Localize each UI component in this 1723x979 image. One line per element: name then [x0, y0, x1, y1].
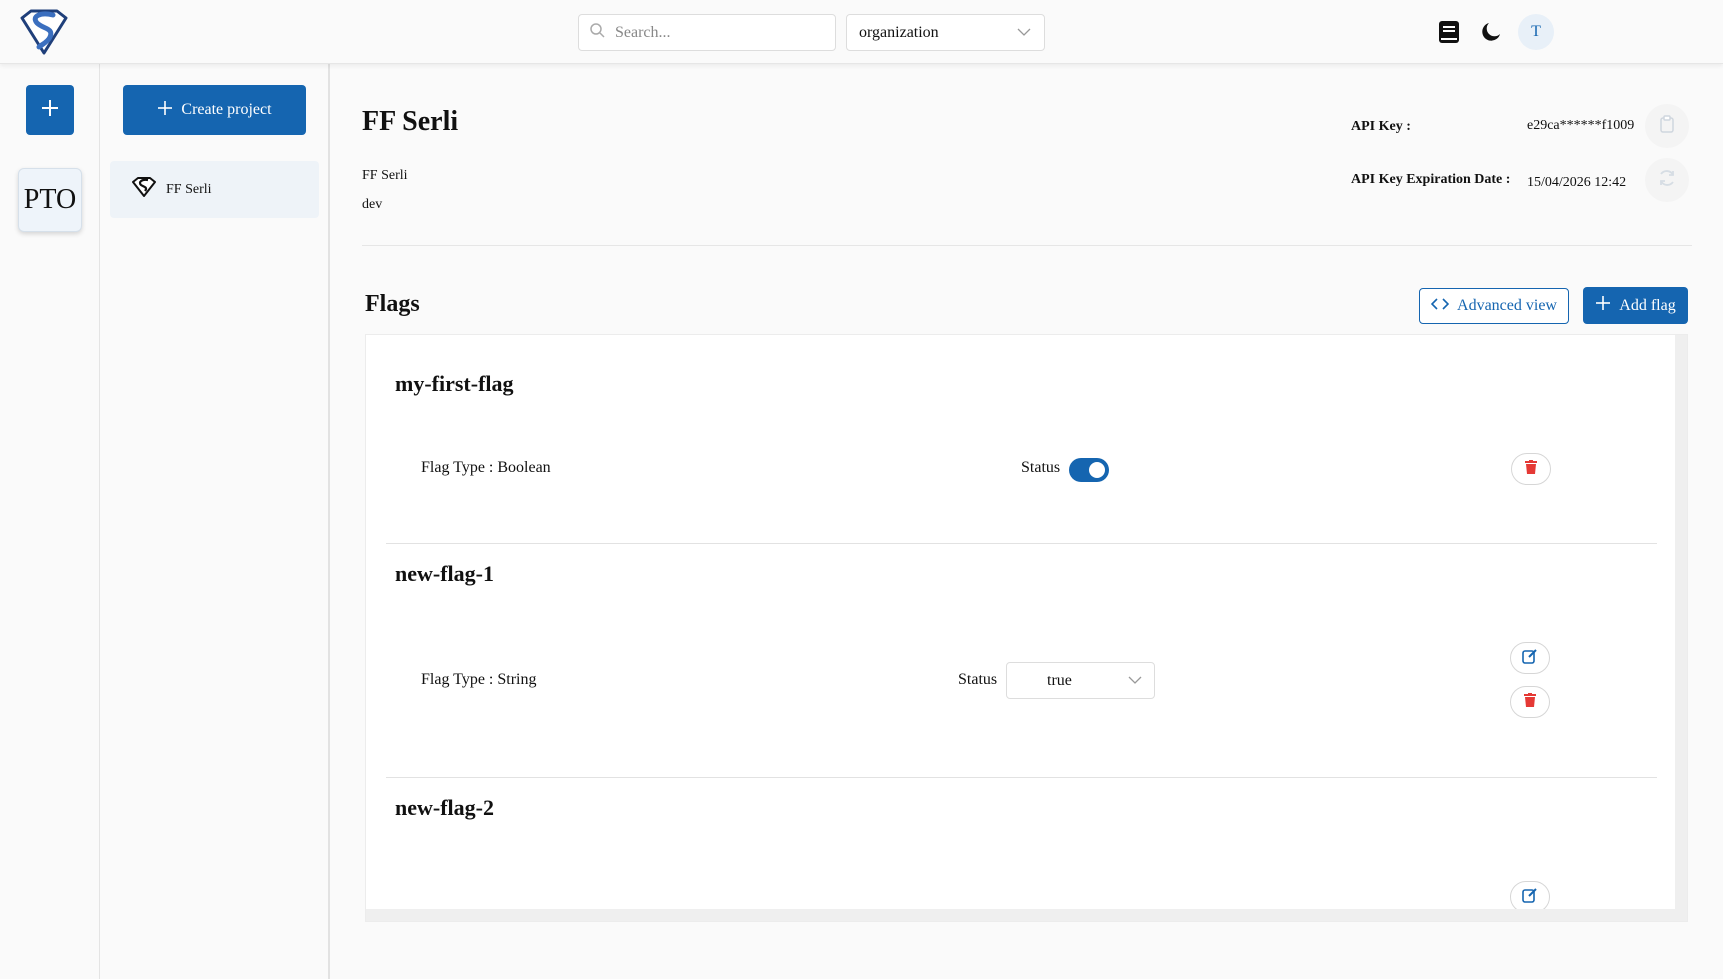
plus-icon — [41, 99, 59, 122]
advanced-view-button[interactable]: Advanced view — [1419, 288, 1569, 324]
edit-icon — [1522, 648, 1538, 669]
organization-rail: PTO — [0, 64, 100, 979]
main-content: FF Serli FF Serli dev API Key : e29ca***… — [330, 64, 1723, 979]
api-key-value: e29ca******f1009 — [1527, 118, 1635, 133]
flag-card: my-first-flag Flag Type : Boolean Status — [366, 335, 1677, 545]
top-bar: organization T — [0, 0, 1723, 64]
search-input[interactable] — [615, 23, 815, 42]
chevron-down-icon — [1128, 672, 1142, 690]
toggle-knob — [1089, 462, 1105, 478]
project-item-label: FF Serli — [166, 181, 212, 197]
project-name: FF Serli — [362, 168, 408, 183]
code-icon — [1430, 297, 1450, 316]
plus-icon — [157, 100, 173, 121]
flag-type: Flag Type : String — [421, 671, 537, 688]
status-select-value: true — [1047, 671, 1072, 689]
organization-tile-label: PTO — [23, 184, 77, 215]
edit-flag-button[interactable] — [1510, 642, 1550, 674]
refresh-icon — [1657, 168, 1677, 193]
flag-name: new-flag-2 — [395, 795, 494, 820]
project-environment: dev — [362, 197, 383, 212]
copy-api-key-button[interactable] — [1645, 104, 1689, 148]
moon-icon[interactable] — [1473, 14, 1509, 50]
search-box[interactable] — [578, 14, 836, 51]
advanced-view-label: Advanced view — [1457, 297, 1557, 314]
header-divider — [362, 245, 1692, 246]
delete-flag-button[interactable] — [1511, 453, 1551, 485]
status-toggle[interactable] — [1069, 458, 1109, 482]
app-logo-icon[interactable] — [19, 8, 69, 56]
search-icon — [589, 22, 605, 43]
add-organization-button[interactable] — [26, 85, 74, 135]
projects-sidebar: Create project FF Serli — [100, 64, 330, 979]
organization-select[interactable]: organization — [846, 14, 1045, 51]
plus-icon — [1595, 295, 1611, 316]
project-logo-icon — [132, 177, 156, 202]
sidebar-item-project[interactable]: FF Serli — [110, 161, 319, 218]
flags-section-title: Flags — [365, 291, 420, 317]
user-avatar[interactable]: T — [1518, 14, 1554, 50]
page-title: FF Serli — [362, 106, 459, 137]
flag-type: Flag Type : Boolean — [421, 459, 551, 476]
flag-name: my-first-flag — [395, 371, 514, 396]
api-key-label: API Key : — [1351, 119, 1411, 134]
book-icon[interactable] — [1431, 14, 1467, 50]
flags-list[interactable]: my-first-flag Flag Type : Boolean Status… — [365, 334, 1688, 922]
api-key-expiration-label: API Key Expiration Date : — [1351, 172, 1511, 187]
status-label: Status — [1021, 459, 1061, 476]
trash-icon — [1524, 692, 1536, 712]
flag-divider — [386, 777, 1657, 778]
avatar-initial: T — [1531, 23, 1541, 40]
flag-card: new-flag-2 — [366, 779, 1677, 919]
edit-icon — [1522, 887, 1538, 908]
vertical-scrollbar[interactable] — [1675, 335, 1687, 921]
refresh-api-key-button[interactable] — [1645, 158, 1689, 202]
flag-name: new-flag-1 — [395, 561, 494, 586]
trash-icon — [1525, 459, 1537, 479]
clipboard-icon — [1659, 114, 1675, 138]
add-flag-button[interactable]: Add flag — [1583, 287, 1688, 324]
organization-select-value: organization — [859, 23, 939, 41]
flag-card: new-flag-1 Flag Type : String Status tru… — [366, 545, 1677, 779]
create-project-button[interactable]: Create project — [123, 85, 306, 135]
flag-divider — [386, 543, 1657, 544]
add-flag-label: Add flag — [1619, 296, 1676, 314]
api-key-expiration-value: 15/04/2026 12:42 — [1527, 175, 1627, 190]
delete-flag-button[interactable] — [1510, 686, 1550, 718]
chevron-down-icon — [1016, 24, 1032, 42]
create-project-label: Create project — [181, 101, 272, 118]
status-label: Status — [958, 671, 998, 688]
status-value-select[interactable]: true — [1006, 662, 1155, 699]
horizontal-scrollbar[interactable] — [366, 909, 1687, 921]
organization-tile[interactable]: PTO — [18, 168, 82, 232]
